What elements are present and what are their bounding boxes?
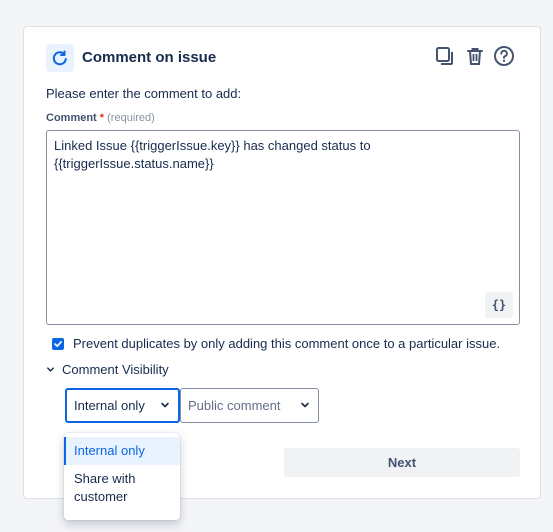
- smart-value-button[interactable]: {}: [485, 292, 513, 318]
- required-marker: *: [99, 112, 105, 124]
- checkmark-icon: [54, 340, 62, 347]
- next-button[interactable]: Next: [284, 448, 520, 477]
- trash-icon[interactable]: [464, 45, 486, 67]
- rule-component-panel: Comment on issue Please enter the commen…: [23, 26, 541, 499]
- chevron-down-icon: [160, 398, 170, 413]
- instruction-text: Please enter the comment to add:: [46, 86, 242, 101]
- comment-refresh-icon: [46, 44, 74, 72]
- public-comment-select[interactable]: Public comment: [180, 388, 319, 423]
- chevron-down-icon: [300, 398, 310, 413]
- prevent-duplicates-row[interactable]: Prevent duplicates by only adding this c…: [52, 336, 500, 351]
- prevent-duplicates-checkbox[interactable]: [52, 337, 64, 350]
- required-hint: (required): [107, 112, 155, 124]
- comment-text[interactable]: Linked Issue {{triggerIssue.key}} has ch…: [54, 138, 371, 171]
- copy-icon[interactable]: [434, 45, 456, 67]
- comment-visibility-label: Comment Visibility: [62, 362, 169, 377]
- panel-title: Comment on issue: [82, 49, 217, 66]
- comment-label: Comment: [46, 112, 97, 124]
- prevent-duplicates-label: Prevent duplicates by only adding this c…: [73, 336, 501, 351]
- public-comment-value: Public comment: [188, 398, 281, 413]
- visibility-dropdown-menu: Internal only Share with customer: [64, 433, 180, 520]
- menu-option-internal-only[interactable]: Internal only: [64, 437, 180, 465]
- internal-only-value: Internal only: [74, 398, 145, 413]
- comment-textarea[interactable]: Linked Issue {{triggerIssue.key}} has ch…: [46, 130, 520, 325]
- internal-only-select[interactable]: Internal only: [65, 388, 180, 423]
- comment-visibility-toggle[interactable]: Comment Visibility: [46, 362, 169, 377]
- help-icon[interactable]: [493, 45, 515, 67]
- menu-option-share-with-customer[interactable]: Share with customer: [64, 465, 180, 511]
- comment-field-label: Comment * (required): [46, 112, 155, 124]
- chevron-down-icon: [46, 362, 55, 377]
